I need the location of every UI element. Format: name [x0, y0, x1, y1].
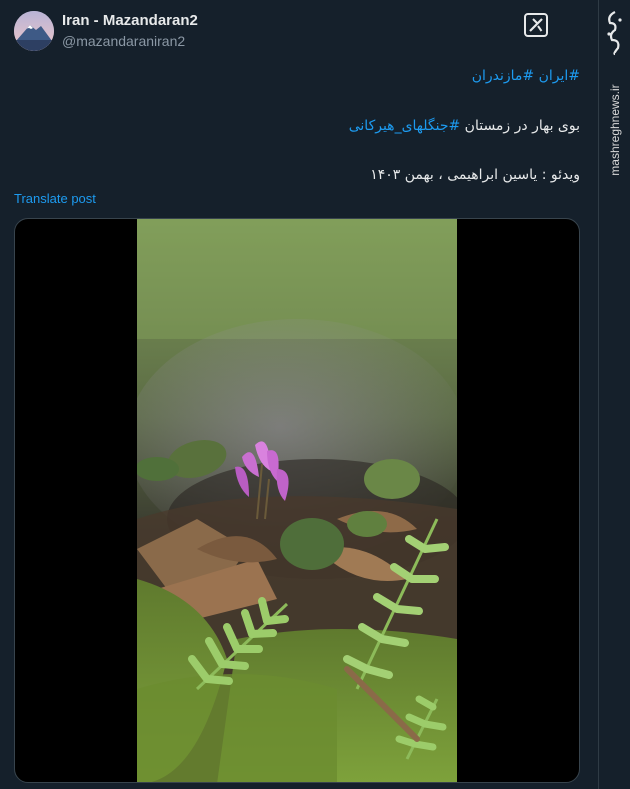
- author-display-name[interactable]: Iran - Mazandaran2: [62, 12, 198, 29]
- mountain-avatar-icon: [14, 11, 54, 51]
- translate-post-link[interactable]: Translate post: [14, 191, 96, 206]
- video-player[interactable]: [14, 218, 580, 783]
- hashtag-link[interactable]: #جنگلهای_هیرکانی: [349, 118, 460, 134]
- tweet-post: Iran - Mazandaran2 @mazandaraniran2 #ایر…: [0, 0, 598, 789]
- avatar[interactable]: [14, 11, 54, 51]
- mashregh-logo-icon: [607, 11, 622, 56]
- video-frame: [137, 219, 457, 782]
- post-credit: ویدئو : یاسین ابراهیمی ، بهمن ۱۴۰۳: [370, 167, 580, 183]
- post-hashtags[interactable]: #ایران #مازندران: [472, 68, 580, 84]
- author-handle[interactable]: @mazandaraniran2: [62, 33, 185, 49]
- watermark-site: mashreghnews.ir: [608, 84, 622, 176]
- post-text-line: بوی بهار در زمستان #جنگلهای_هیرکانی: [349, 118, 580, 134]
- grok-icon[interactable]: [524, 13, 548, 37]
- post-text: بوی بهار در زمستان: [460, 118, 580, 134]
- mashregh-watermark: mashreghnews.ir: [598, 0, 630, 789]
